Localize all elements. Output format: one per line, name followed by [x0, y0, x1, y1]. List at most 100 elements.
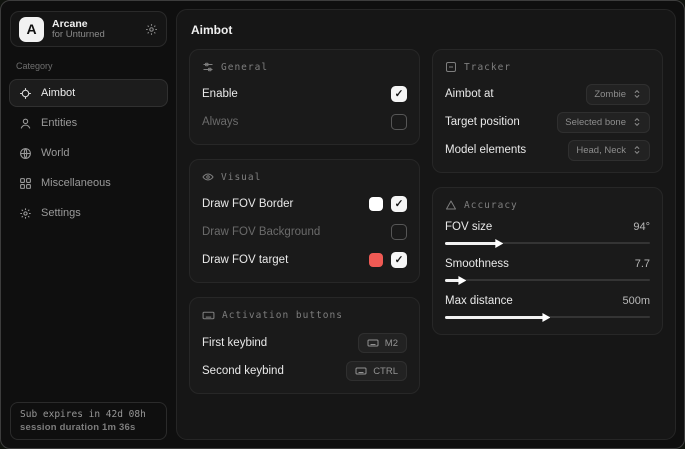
setting-label: Smoothness [445, 258, 509, 270]
setting-label: Model elements [445, 144, 526, 156]
fov-background-checkbox[interactable]: ✓ [391, 224, 407, 240]
card-title-text: Activation buttons [222, 310, 343, 321]
keyboard-icon [202, 309, 215, 322]
sidebar-item-entities[interactable]: Entities [9, 109, 168, 137]
card-title-text: Visual [221, 172, 261, 183]
slider-value: 94° [633, 221, 650, 233]
chevron-up-down-icon [632, 89, 642, 99]
setting-label: FOV size [445, 221, 492, 233]
keyboard-icon [367, 337, 379, 349]
eye-icon [202, 171, 214, 183]
main-panel: Aimbot General Enable ✓ [176, 9, 676, 440]
setting-row: Aimbot at Zombie [445, 83, 650, 105]
gear-icon [19, 207, 32, 220]
setting-row: Draw FOV target ✓ [202, 249, 407, 271]
gear-icon[interactable] [145, 23, 158, 36]
crosshair-icon [19, 87, 32, 100]
setting-row: Model elements Head, Neck [445, 139, 650, 161]
setting-row: Draw FOV Border ✓ [202, 193, 407, 215]
subscription-status-card: Sub expires in 42d 08h session duration … [10, 402, 167, 440]
chevron-up-down-icon [632, 117, 642, 127]
accuracy-card: Accuracy FOV size 94° [432, 187, 663, 335]
sub-expires-text: Sub expires in 42d 08h [20, 409, 157, 420]
scan-icon [445, 61, 457, 73]
slider-thumb[interactable] [495, 239, 503, 248]
setting-row: Enable ✓ [202, 83, 407, 105]
setting-label: Enable [202, 88, 238, 100]
slider-row: Smoothness 7.7 [445, 258, 650, 286]
always-checkbox[interactable]: ✓ [391, 114, 407, 130]
sidebar-item-world[interactable]: World [9, 139, 168, 167]
app-subtitle: for Unturned [52, 30, 137, 41]
setting-label: Target position [445, 116, 520, 128]
session-duration-text: session duration 1m 36s [20, 422, 157, 433]
slider-thumb[interactable] [458, 276, 466, 285]
keybind-value: CTRL [373, 366, 398, 377]
sidebar-nav: Aimbot Entities World [9, 79, 168, 227]
setting-label: Aimbot at [445, 88, 494, 100]
slider-row: FOV size 94° [445, 221, 650, 249]
tracker-card: Tracker Aimbot at Zombie [432, 49, 663, 173]
slider-value: 500m [622, 295, 650, 307]
second-keybind-button[interactable]: CTRL [346, 361, 407, 381]
triangle-icon [445, 199, 457, 211]
setting-label: Draw FOV Background [202, 226, 320, 238]
card-title-text: Tracker [464, 62, 511, 73]
fov-target-checkbox[interactable]: ✓ [391, 252, 407, 268]
slider-thumb[interactable] [542, 313, 550, 322]
first-keybind-button[interactable]: M2 [358, 333, 407, 353]
select-value: Zombie [594, 89, 626, 100]
sidebar-item-aimbot[interactable]: Aimbot [9, 79, 168, 107]
chevron-up-down-icon [632, 145, 642, 155]
setting-row: Second keybind CTRL [202, 360, 407, 382]
page-title: Aimbot [191, 23, 663, 37]
keybind-value: M2 [385, 338, 398, 349]
setting-label: First keybind [202, 337, 267, 349]
person-icon [19, 117, 32, 130]
setting-label: Always [202, 116, 238, 128]
setting-label: Max distance [445, 295, 513, 307]
grid-icon [19, 177, 32, 190]
app-logo-card: A Arcane for Unturned [10, 11, 167, 47]
app-name: Arcane [52, 18, 137, 30]
fov-border-checkbox[interactable]: ✓ [391, 196, 407, 212]
sidebar: A Arcane for Unturned Category [1, 1, 176, 448]
app-window: A Arcane for Unturned Category [0, 0, 685, 449]
model-elements-select[interactable]: Head, Neck [568, 140, 650, 161]
card-title-text: General [221, 62, 268, 73]
slider-value: 7.7 [635, 258, 650, 270]
sidebar-item-label: Entities [41, 117, 77, 129]
fov-size-slider[interactable] [445, 237, 650, 249]
aimbot-at-select[interactable]: Zombie [586, 84, 650, 105]
smoothness-slider[interactable] [445, 274, 650, 286]
general-card: General Enable ✓ Always ✓ [189, 49, 420, 145]
sidebar-item-label: World [41, 147, 70, 159]
setting-row: Draw FOV Background ✓ [202, 221, 407, 243]
sidebar-item-miscellaneous[interactable]: Miscellaneous [9, 169, 168, 197]
sidebar-item-label: Settings [41, 207, 81, 219]
activation-card: Activation buttons First keybind M2 [189, 297, 420, 394]
setting-row: First keybind M2 [202, 332, 407, 354]
category-label: Category [16, 61, 168, 71]
color-swatch[interactable] [369, 197, 383, 211]
setting-row: Always ✓ [202, 111, 407, 133]
card-title-text: Accuracy [464, 200, 518, 211]
globe-icon [19, 147, 32, 160]
select-value: Selected bone [565, 117, 626, 128]
sidebar-item-label: Aimbot [41, 87, 75, 99]
sidebar-item-settings[interactable]: Settings [9, 199, 168, 227]
slider-row: Max distance 500m [445, 295, 650, 323]
target-position-select[interactable]: Selected bone [557, 112, 650, 133]
app-logo: A [19, 17, 44, 42]
enable-checkbox[interactable]: ✓ [391, 86, 407, 102]
select-value: Head, Neck [576, 145, 626, 156]
color-swatch[interactable] [369, 253, 383, 267]
keyboard-icon [355, 365, 367, 377]
setting-label: Draw FOV target [202, 254, 288, 266]
setting-label: Second keybind [202, 365, 284, 377]
setting-row: Target position Selected bone [445, 111, 650, 133]
sliders-icon [202, 61, 214, 73]
visual-card: Visual Draw FOV Border ✓ Draw FOV Backgr… [189, 159, 420, 283]
setting-label: Draw FOV Border [202, 198, 293, 210]
max-distance-slider[interactable] [445, 311, 650, 323]
